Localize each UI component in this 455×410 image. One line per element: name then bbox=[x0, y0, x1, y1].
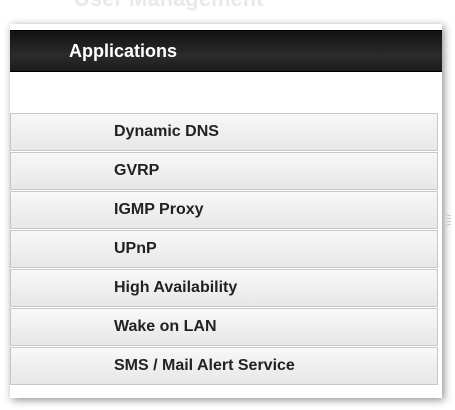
menu-item-label: Wake on LAN bbox=[114, 318, 217, 335]
applications-header-label: Applications bbox=[69, 41, 178, 61]
menu-item-high-availability[interactable]: High Availability bbox=[10, 269, 438, 307]
menu-item-dynamic-dns[interactable]: Dynamic DNS bbox=[10, 113, 438, 151]
resize-grip-icon[interactable] bbox=[447, 215, 451, 227]
previous-menu-header-label: User Management bbox=[74, 0, 264, 12]
menu-item-label: UPnP bbox=[114, 240, 157, 257]
previous-menu-header-partial: User Management bbox=[10, 0, 442, 24]
applications-header: Applications bbox=[10, 30, 442, 72]
menu-item-label: High Availability bbox=[114, 279, 238, 296]
menu-item-label: Dynamic DNS bbox=[114, 123, 219, 140]
menu-item-label: GVRP bbox=[114, 162, 160, 179]
menu-item-label: IGMP Proxy bbox=[114, 201, 204, 218]
menu-item-wake-on-lan[interactable]: Wake on LAN bbox=[10, 308, 438, 346]
menu-item-igmp-proxy[interactable]: IGMP Proxy bbox=[10, 191, 438, 229]
menu-item-gvrp[interactable]: GVRP bbox=[10, 152, 438, 190]
applications-menu: Applications Dynamic DNS GVRP IGMP Proxy… bbox=[10, 24, 442, 398]
menu-item-label: SMS / Mail Alert Service bbox=[114, 357, 295, 374]
menu-item-sms-mail-alert-service[interactable]: SMS / Mail Alert Service bbox=[10, 347, 438, 385]
menu-item-upnp[interactable]: UPnP bbox=[10, 230, 438, 268]
